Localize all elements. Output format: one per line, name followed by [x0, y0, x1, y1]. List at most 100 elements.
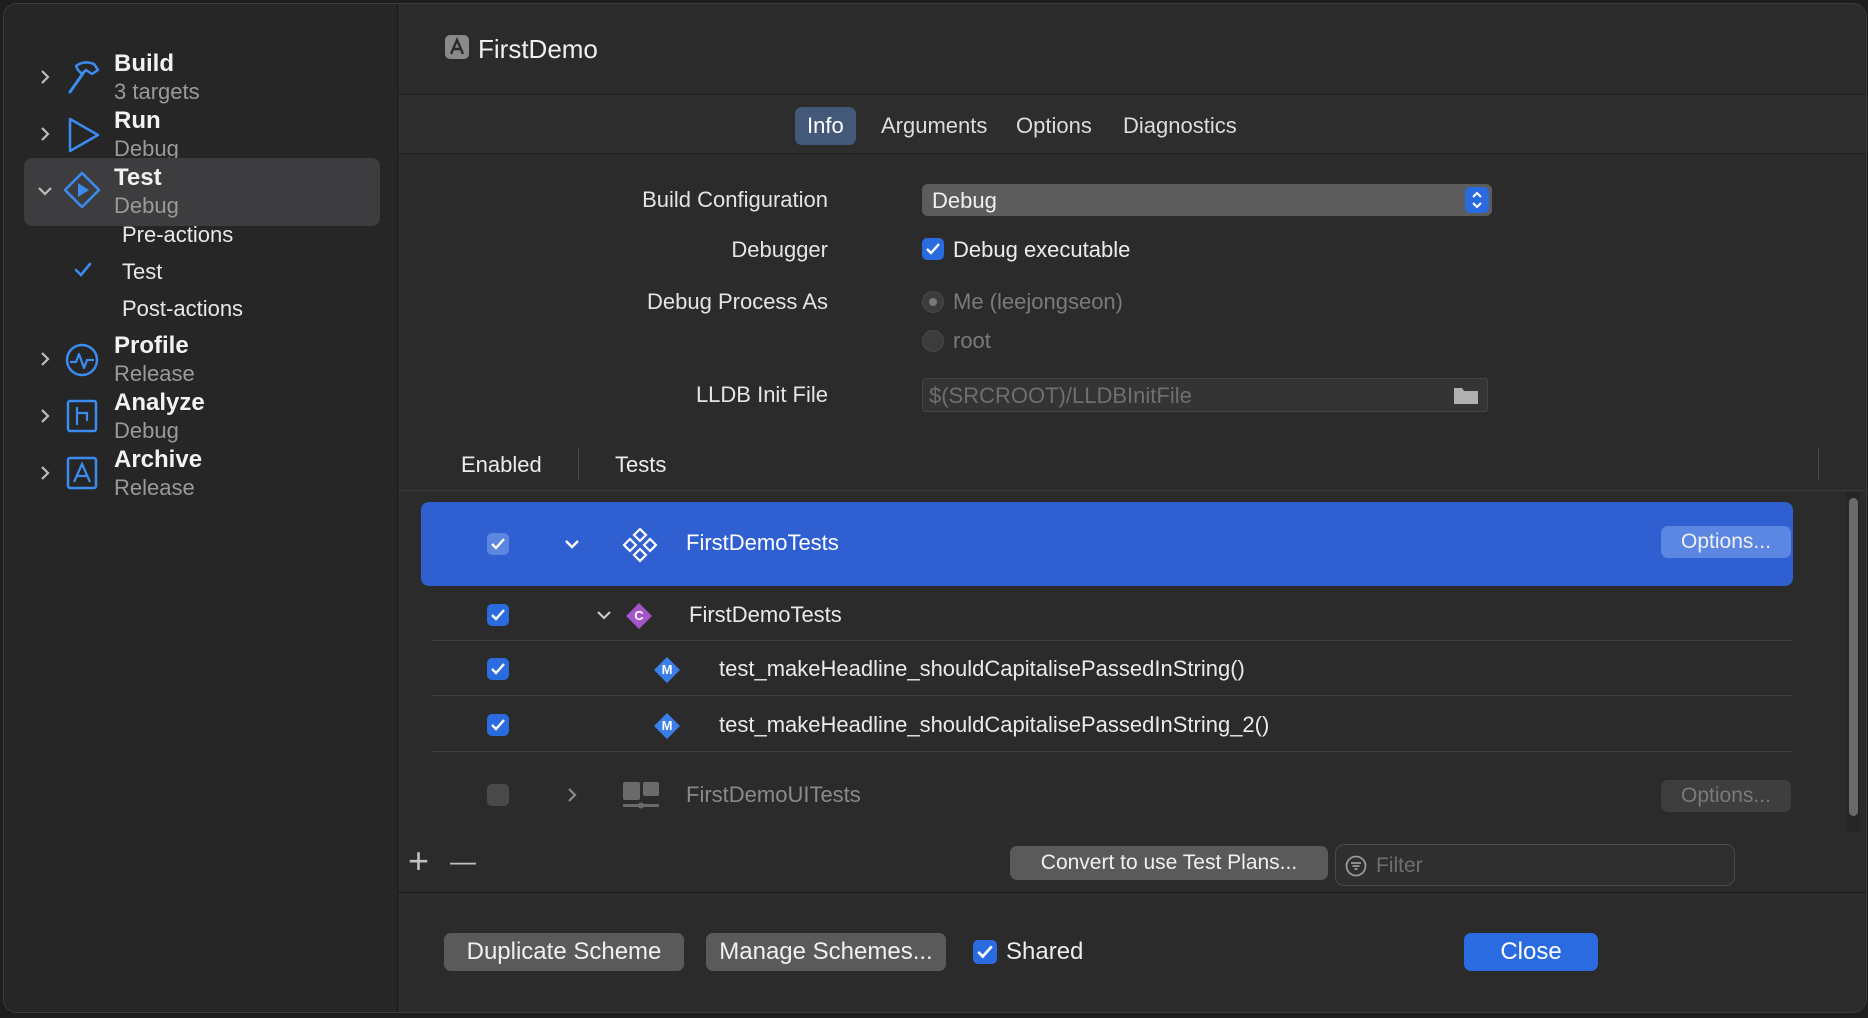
row-divider — [431, 695, 1793, 696]
test-bundle-icon — [622, 527, 658, 563]
row-divider — [431, 640, 1793, 641]
test-diamond-icon — [63, 171, 101, 209]
tab-arguments[interactable]: Arguments — [869, 107, 999, 145]
sidebar-subitem-post-actions[interactable]: Post-actions — [122, 296, 243, 322]
sidebar-item-label: Profile — [114, 332, 189, 359]
enable-checkbox[interactable] — [487, 533, 509, 555]
column-divider — [578, 448, 579, 480]
lldb-init-file-label: LLDB Init File — [695, 382, 828, 407]
test-target-name: FirstDemoUITests — [686, 782, 861, 807]
class-badge-icon: C — [625, 602, 653, 630]
debug-as-root-label: root — [953, 328, 991, 353]
chevron-down-icon[interactable] — [593, 604, 615, 626]
hammer-icon — [68, 61, 100, 94]
archive-icon — [66, 456, 98, 490]
method-badge-icon: M — [653, 712, 681, 740]
sidebar-item-archive[interactable]: Archive Release — [24, 440, 380, 508]
sidebar-subitem-test[interactable]: Test — [122, 259, 162, 285]
tab-options[interactable]: Options — [1004, 107, 1104, 145]
sidebar-subitem-pre-actions[interactable]: Pre-actions — [122, 222, 233, 248]
debugger-value: Debug executable — [953, 237, 1131, 262]
manage-schemes-button[interactable]: Manage Schemes... — [706, 933, 946, 971]
scrollbar-thumb[interactable] — [1849, 498, 1858, 816]
table-row[interactable]: M test_makeHeadline_shouldCapitalisePass… — [421, 700, 1793, 750]
ui-test-bundle-icon — [623, 782, 659, 809]
scheme-actions-sidebar: Build 3 targets Run Debug Test Debug Pre… — [4, 4, 397, 1012]
enable-checkbox[interactable] — [487, 604, 509, 626]
sidebar-item-label: Run — [114, 107, 161, 134]
column-header-tests[interactable]: Tests — [615, 452, 666, 478]
remove-test-button[interactable]: — — [450, 846, 476, 877]
chevron-down-icon[interactable] — [561, 533, 583, 555]
table-row-selected[interactable]: FirstDemoTests Options... — [421, 502, 1793, 586]
convert-to-test-plans-button[interactable]: Convert to use Test Plans... — [1010, 846, 1328, 880]
sidebar-item-test[interactable]: Test Debug — [24, 158, 380, 226]
duplicate-scheme-button[interactable]: Duplicate Scheme — [444, 933, 684, 971]
title-bar: FirstDemo — [398, 4, 1866, 95]
method-badge-icon: M — [653, 656, 681, 684]
target-options-button[interactable]: Options... — [1661, 526, 1791, 558]
sidebar-item-label: Archive — [114, 446, 203, 473]
build-configuration-value: Debug — [932, 188, 997, 213]
table-toolbar: + — Convert to use Test Plans... Filter — [398, 834, 1866, 892]
tab-info[interactable]: Info — [795, 107, 856, 145]
close-button[interactable]: Close — [1464, 933, 1598, 971]
enable-checkbox[interactable] — [487, 714, 509, 736]
filter-icon — [1345, 855, 1367, 877]
lldb-init-file-field[interactable]: $(SRCROOT)/LLDBInitFile — [922, 378, 1488, 412]
debug-as-me-label: Me (leejongseon) — [953, 289, 1123, 314]
chevron-right-icon[interactable] — [34, 462, 56, 484]
footer-bar: Duplicate Scheme Manage Schemes... Share… — [398, 892, 1866, 1012]
debugger-checkbox[interactable] — [922, 238, 944, 260]
chevron-right-icon[interactable] — [34, 348, 56, 370]
filter-placeholder: Filter — [1376, 854, 1423, 877]
chevron-right-icon[interactable] — [34, 66, 56, 88]
enable-checkbox[interactable] — [487, 784, 509, 806]
folder-icon[interactable] — [1453, 384, 1479, 406]
sidebar-item-label: Test — [114, 164, 162, 191]
tests-table-header: Enabled Tests — [398, 440, 1866, 491]
build-configuration-label: Build Configuration — [642, 187, 828, 212]
debug-as-root-radio[interactable] — [922, 330, 944, 352]
tab-bar: Info Arguments Options Diagnostics — [398, 95, 1866, 154]
tab-diagnostics[interactable]: Diagnostics — [1111, 107, 1249, 145]
page-title: FirstDemo — [478, 34, 598, 64]
column-divider — [1818, 448, 1819, 480]
sidebar-item-label: Build — [114, 50, 174, 77]
test-method-name: test_makeHeadline_shouldCapitalisePassed… — [719, 656, 1245, 681]
debugger-label: Debugger — [731, 237, 828, 262]
table-row[interactable]: M test_makeHeadline_shouldCapitalisePass… — [421, 644, 1793, 694]
table-row[interactable]: FirstDemoUITests Options... — [421, 762, 1793, 830]
sidebar-item-label: Analyze — [114, 389, 205, 416]
chevron-right-icon[interactable] — [34, 405, 56, 427]
chevron-right-icon[interactable] — [561, 784, 583, 806]
chevron-right-icon[interactable] — [34, 123, 56, 145]
enable-checkbox[interactable] — [487, 658, 509, 680]
build-configuration-select[interactable]: Debug — [922, 184, 1492, 216]
shared-label: Shared — [1006, 938, 1084, 965]
select-stepper-icon — [1465, 187, 1489, 213]
play-icon — [68, 117, 100, 153]
scheme-detail-pane: FirstDemo Info Arguments Options Diagnos… — [397, 4, 1866, 1012]
chevron-down-icon[interactable] — [34, 180, 56, 202]
column-header-enabled[interactable]: Enabled — [461, 452, 542, 478]
target-options-button[interactable]: Options... — [1661, 780, 1791, 812]
table-scrollbar-track[interactable] — [1846, 492, 1860, 832]
lldb-init-file-placeholder: $(SRCROOT)/LLDBInitFile — [929, 383, 1192, 408]
sidebar-item-sublabel: Release — [114, 475, 195, 500]
app-target-icon — [445, 35, 469, 59]
debug-process-as-label: Debug Process As — [647, 289, 828, 314]
filter-field[interactable]: Filter — [1335, 844, 1735, 886]
table-row[interactable]: C FirstDemoTests — [421, 590, 1793, 640]
row-divider — [431, 751, 1793, 752]
sidebar-item-sublabel: Debug — [114, 193, 179, 218]
gauge-icon — [65, 343, 99, 377]
test-class-name: FirstDemoTests — [689, 602, 842, 627]
scheme-editor-window: Build 3 targets Run Debug Test Debug Pre… — [3, 3, 1867, 1013]
test-method-name: test_makeHeadline_shouldCapitalisePassed… — [719, 712, 1270, 737]
test-target-name: FirstDemoTests — [686, 530, 839, 555]
checkmark-icon — [74, 262, 92, 277]
add-test-button[interactable]: + — [408, 840, 429, 882]
debug-as-me-radio[interactable] — [922, 291, 944, 313]
shared-checkbox[interactable] — [973, 940, 997, 964]
